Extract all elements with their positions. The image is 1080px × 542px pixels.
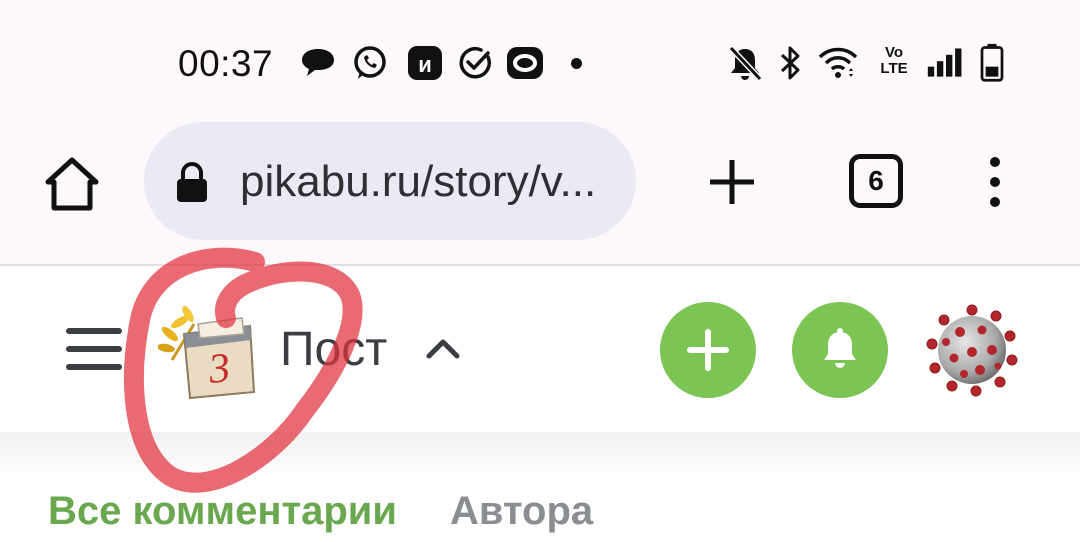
plus-icon	[687, 329, 729, 371]
more-menu-icon[interactable]	[980, 156, 1010, 208]
speech-bubble-icon	[302, 49, 334, 76]
chevron-up-icon[interactable]	[425, 334, 461, 362]
browser-toolbar: pikabu.ru/story/v... 6	[0, 120, 1080, 265]
comment-tabs: Все комментарии Автора	[0, 432, 1080, 542]
address-bar[interactable]: pikabu.ru/story/v...	[144, 122, 636, 240]
volte-icon: Vo LTE	[880, 44, 908, 77]
bluetooth-icon	[780, 46, 800, 80]
signal-icon	[927, 48, 962, 77]
status-time: 00:37	[178, 43, 274, 84]
bell-muted-icon	[728, 45, 763, 82]
calendar-logo[interactable]: 3	[158, 304, 260, 400]
wifi-icon	[818, 47, 858, 78]
site-header: 3 Пост	[0, 266, 1080, 432]
messenger-app-icon: и	[408, 46, 442, 80]
bell-icon	[824, 328, 856, 368]
add-post-button[interactable]	[660, 302, 756, 398]
home-icon[interactable]	[40, 152, 104, 216]
whatsapp-icon	[354, 46, 386, 79]
app-o-icon	[507, 47, 543, 79]
battery-icon	[980, 43, 1004, 82]
tab-all-comments[interactable]: Все комментарии	[48, 488, 397, 534]
user-avatar[interactable]	[924, 302, 1020, 398]
page-title[interactable]: Пост	[280, 322, 387, 378]
notifications-button[interactable]	[792, 302, 888, 398]
tabs-counter[interactable]: 6	[849, 154, 903, 208]
svg-text:и: и	[418, 52, 432, 77]
tab-author[interactable]: Автора	[450, 488, 593, 534]
hamburger-menu-icon[interactable]	[66, 324, 122, 374]
new-tab-plus-icon[interactable]	[706, 156, 758, 208]
notification-dot	[571, 58, 582, 69]
url-text[interactable]: pikabu.ru/story/v...	[240, 156, 596, 208]
lock-icon	[177, 162, 207, 202]
status-bar: 00:37 и Vo LTE	[0, 0, 1080, 120]
check-circle-icon	[459, 47, 491, 79]
